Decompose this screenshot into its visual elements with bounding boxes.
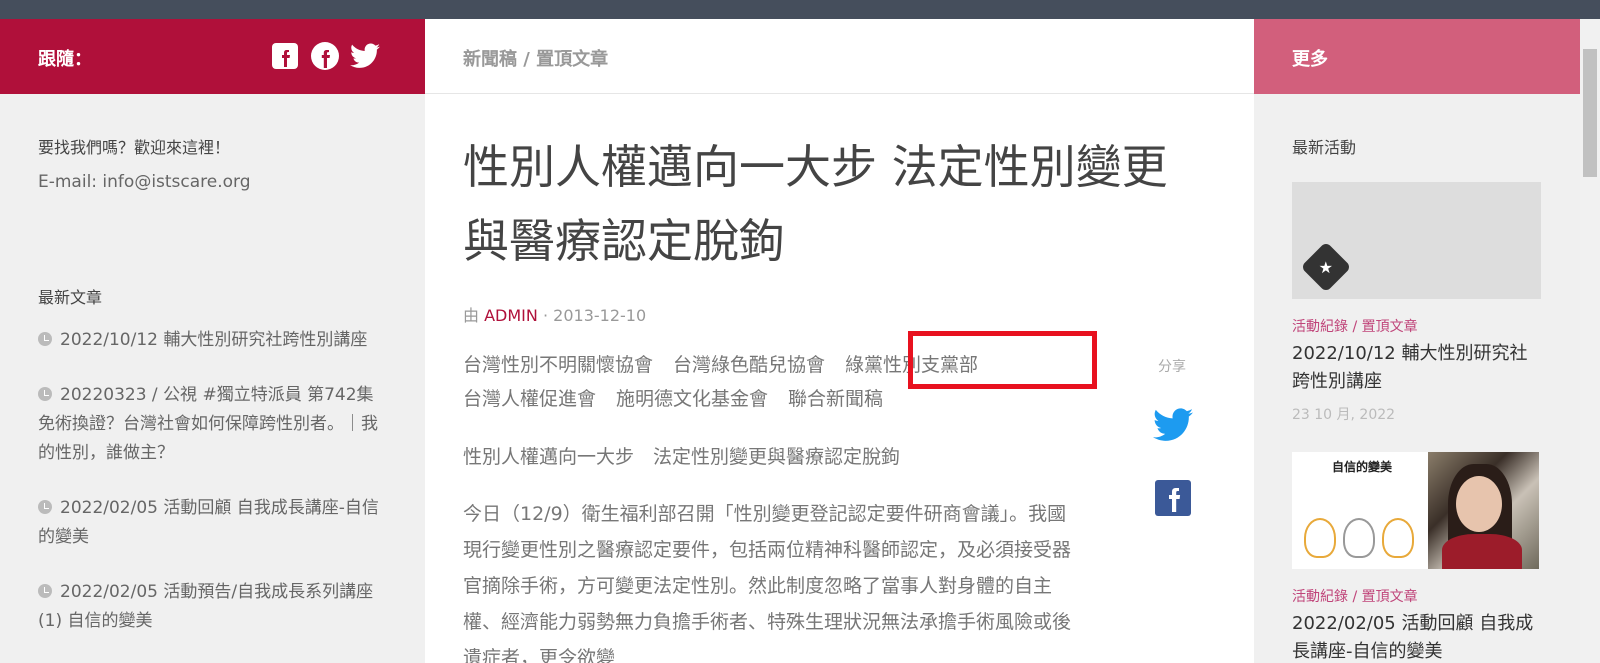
facebook-square-icon[interactable] bbox=[270, 41, 300, 71]
clock-icon bbox=[38, 584, 52, 598]
breadcrumb-bar: 新聞稿 / 置頂文章 bbox=[425, 19, 1254, 94]
follow-label: 跟隨： bbox=[38, 49, 92, 70]
post-date: 2013-12-10 bbox=[553, 306, 647, 325]
tag: 台灣綠色酷兒協會 bbox=[673, 354, 826, 376]
share-label: 分享 bbox=[1158, 359, 1186, 375]
article-subtitle: 性別人權邁向一大步 法定性別變更與醫療認定脫鉤 bbox=[463, 446, 901, 468]
post-link[interactable]: 2022/10/12 輔大性別研究社跨性別講座 bbox=[60, 330, 367, 350]
scrollbar[interactable] bbox=[1580, 19, 1600, 663]
event-thumbnail[interactable]: ★ bbox=[1292, 182, 1541, 299]
contact-email: E-mail: info@istscare.org bbox=[38, 172, 251, 192]
post-link[interactable]: 2022/02/05 活動回顧 自我成長講座-自信的變美 bbox=[38, 498, 379, 547]
top-bar bbox=[0, 0, 1600, 19]
more-header: 更多 bbox=[1254, 19, 1580, 94]
article: 性別人權邁向一大步 法定性別變更與醫療認定脫鉤 由 ADMIN · 2013-1… bbox=[425, 94, 1254, 663]
clock-icon bbox=[38, 387, 52, 401]
more-label: 更多 bbox=[1292, 49, 1328, 70]
byline: 由 ADMIN · 2013-12-10 bbox=[463, 302, 646, 326]
event-category[interactable]: 活動紀錄 / 置頂文章 bbox=[1292, 316, 1418, 336]
page-title: 性別人權邁向一大步 法定性別變更與醫療認定脫鉤 bbox=[463, 140, 1168, 268]
tag: 施明德文化基金會 bbox=[616, 388, 769, 410]
tag: 台灣性別不明關懷協會 bbox=[463, 354, 654, 376]
scrollbar-thumb[interactable] bbox=[1583, 49, 1597, 177]
event-date: 23 10 月, 2022 bbox=[1292, 407, 1396, 423]
event-category[interactable]: 活動紀錄 / 置頂文章 bbox=[1292, 586, 1418, 606]
cat-illustration bbox=[1303, 518, 1336, 558]
tag: 台灣人權促進會 bbox=[463, 388, 597, 410]
highlight-box bbox=[908, 331, 1097, 389]
post-link[interactable]: 2022/02/05 活動預告/自我成長系列講座(1) 自信的變美 bbox=[38, 582, 373, 631]
cat-illustrations bbox=[1300, 508, 1418, 558]
author-link[interactable]: ADMIN bbox=[484, 306, 538, 325]
right-sidebar: 最新活動 ★ 活動紀錄 / 置頂文章 2022/10/12 輔大性別研究社跨性別… bbox=[1254, 94, 1580, 663]
share-facebook-icon[interactable] bbox=[1155, 480, 1191, 516]
contact-text: 要找我們嗎？歡迎來這裡！ bbox=[38, 138, 231, 157]
list-item[interactable]: 2022/02/05 活動回顧 自我成長講座-自信的變美 bbox=[38, 494, 388, 552]
recent-posts-list: 2022/10/12 輔大性別研究社跨性別講座 20220323 / 公視 #獨… bbox=[38, 326, 388, 662]
follow-header: 跟隨： bbox=[0, 19, 425, 94]
clock-icon bbox=[38, 500, 52, 514]
event-thumbnail[interactable]: 自信的變美 bbox=[1292, 452, 1539, 569]
share-twitter-icon[interactable] bbox=[1153, 408, 1193, 442]
list-item[interactable]: 2022/02/05 活動預告/自我成長系列講座(1) 自信的變美 bbox=[38, 578, 388, 636]
recent-posts-heading: 最新文章 bbox=[38, 288, 103, 307]
portrait-photo bbox=[1428, 452, 1539, 569]
event-title[interactable]: 2022/10/12 輔大性別研究社跨性別講座 bbox=[1292, 340, 1542, 396]
twitter-icon[interactable] bbox=[350, 41, 380, 71]
event-title[interactable]: 2022/02/05 活動回顧 自我成長講座-自信的變美 bbox=[1292, 610, 1542, 663]
post-link[interactable]: 20220323 / 公視 #獨立特派員 第742集 免術換證？台灣社會如何保障… bbox=[38, 385, 378, 463]
byline-prefix: 由 bbox=[463, 306, 480, 325]
byline-sep: · bbox=[542, 306, 549, 325]
article-body: 今日（12/9）衛生福利部召開「性別變更登記認定要件研商會議」。我國現行變更性別… bbox=[463, 503, 1072, 663]
list-item[interactable]: 20220323 / 公視 #獨立特派員 第742集 免術換證？台灣社會如何保障… bbox=[38, 381, 388, 468]
breadcrumb[interactable]: 新聞稿 / 置頂文章 bbox=[463, 45, 608, 71]
left-sidebar: 要找我們嗎？歡迎來這裡！ E-mail: info@istscare.org 最… bbox=[0, 94, 425, 663]
star-icon: ★ bbox=[1300, 241, 1352, 293]
list-item[interactable]: 2022/10/12 輔大性別研究社跨性別講座 bbox=[38, 326, 388, 355]
thumbnail-text: 自信的變美 bbox=[1331, 460, 1392, 474]
clock-icon bbox=[38, 332, 52, 346]
events-heading: 最新活動 bbox=[1292, 138, 1357, 157]
cat-illustration bbox=[1382, 518, 1415, 558]
tag: 聯合新聞稿 bbox=[788, 388, 884, 410]
cat-illustration bbox=[1342, 518, 1375, 558]
facebook-circle-icon[interactable] bbox=[310, 41, 340, 71]
